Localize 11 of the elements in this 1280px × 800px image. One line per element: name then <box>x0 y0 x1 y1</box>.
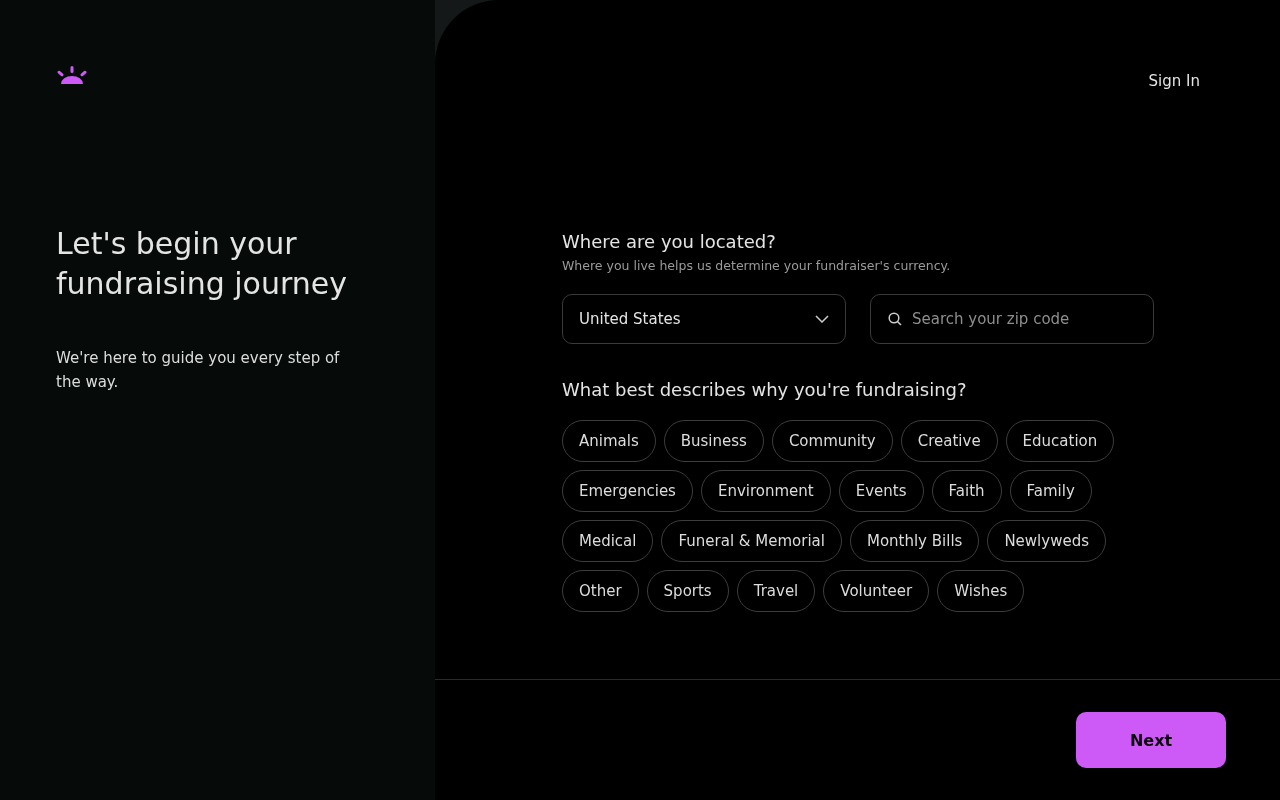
sign-in-link[interactable]: Sign In <box>1148 72 1200 94</box>
location-hint: Where you live helps us determine your fundraiser's currency. <box>562 257 952 275</box>
reason-question: What best describes why you're fundraising? <box>562 378 968 402</box>
zip-search-field[interactable]: Search your zip code <box>870 294 1154 344</box>
country-select[interactable]: United States <box>562 294 846 344</box>
next-button[interactable]: Next <box>1076 712 1226 768</box>
intro-text: We're here to guide you every step of the way. <box>56 348 341 393</box>
chevron-down-icon <box>815 315 829 323</box>
location-question: Where are you located? <box>562 230 777 254</box>
search-icon <box>888 312 902 326</box>
page-heading: Let's begin your fundraising journey <box>56 225 348 303</box>
